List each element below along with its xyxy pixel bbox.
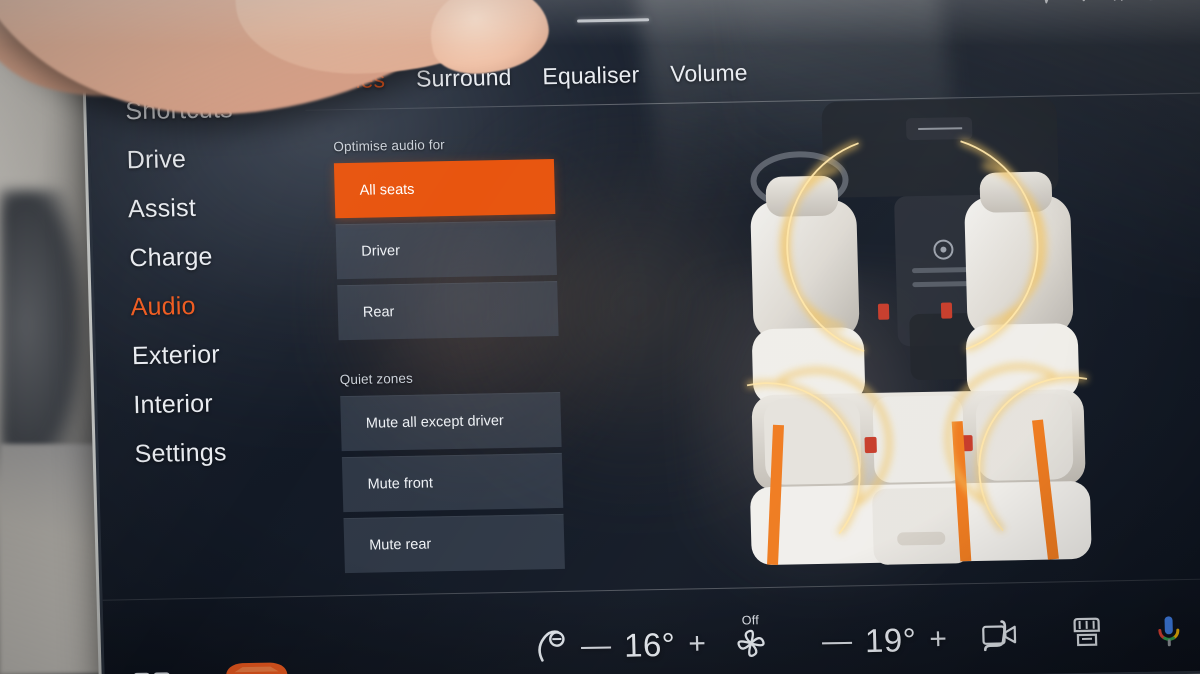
photo-stage: GUEST Shortcuts Drive Assist Charge Audi…	[0, 0, 1200, 674]
